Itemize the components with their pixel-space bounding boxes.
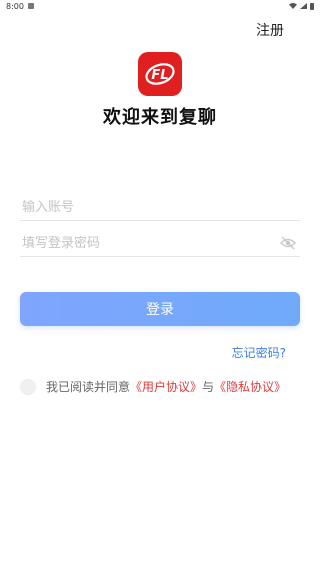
agreement-checkbox[interactable] (20, 378, 36, 395)
status-right (289, 2, 314, 10)
login-screen: 8:00 注册 FL 欢迎来到复聊 登录 忘记密码 (0, 0, 320, 569)
user-agreement-link[interactable]: 《用户协议》 (130, 378, 202, 395)
account-field (20, 194, 300, 221)
battery-icon (310, 2, 314, 10)
agreement-conjunction: 与 (202, 380, 215, 394)
wifi-icon (289, 3, 297, 9)
signal-icon (300, 3, 307, 9)
status-time: 8:00 (6, 1, 24, 11)
status-left: 8:00 (6, 2, 34, 11)
login-button[interactable]: 登录 (20, 292, 300, 326)
register-link[interactable]: 注册 (256, 20, 284, 40)
page-title: 欢迎来到复聊 (103, 107, 217, 128)
agreement-row: 我已阅读并同意 《用户协议》 与 《隐私协议》 (20, 378, 286, 395)
app-logo-icon: FL (145, 63, 175, 85)
svg-text:FL: FL (151, 68, 168, 83)
password-input[interactable] (20, 235, 262, 251)
eye-off-icon[interactable] (280, 236, 296, 250)
agreement-prefix: 我已阅读并同意 (46, 380, 131, 394)
status-bar: 8:00 (0, 0, 320, 12)
notification-icon (27, 3, 34, 9)
password-field (20, 230, 300, 257)
privacy-agreement-link[interactable]: 《隐私协议》 (214, 378, 286, 395)
app-logo: FL (138, 52, 182, 96)
forgot-password-link[interactable]: 忘记密码? (232, 344, 286, 361)
account-input[interactable] (20, 199, 262, 215)
